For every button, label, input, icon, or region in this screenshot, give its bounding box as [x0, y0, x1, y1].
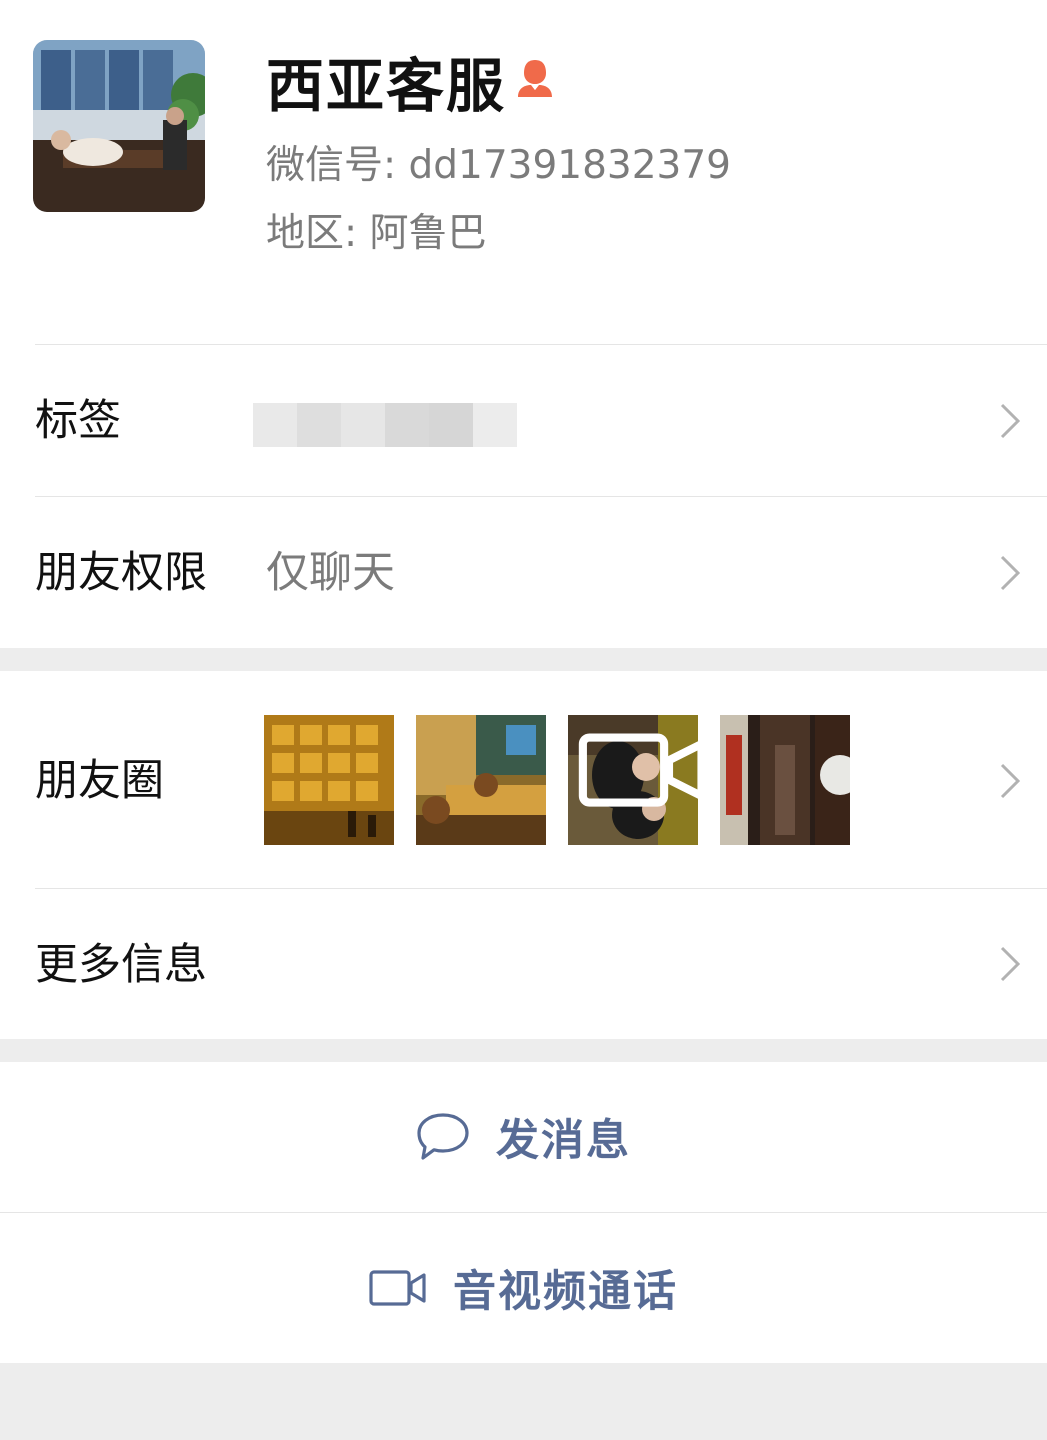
more-info-label: 更多信息 [35, 940, 207, 990]
profile-header: 西亚客服 微信号: dd17391832379 地区: 阿鲁巴 [0, 0, 1047, 345]
video-indicator-icon [578, 733, 698, 807]
chevron-right-icon [1000, 946, 1021, 982]
chat-bubble-icon [417, 1113, 469, 1160]
permissions-label: 朋友权限 [35, 548, 207, 598]
moments-thumbnail [720, 715, 850, 845]
moments-video-thumbnail [568, 715, 698, 845]
moments-thumbnail [416, 715, 546, 845]
tags-value-blurred [253, 403, 517, 447]
region: 地区: 阿鲁巴 [266, 211, 487, 256]
chevron-right-icon [1000, 555, 1021, 591]
video-call-label: 音视频通话 [453, 1267, 678, 1317]
moments-label: 朋友圈 [35, 756, 164, 806]
send-message-label: 发消息 [496, 1116, 631, 1166]
permissions-value: 仅聊天 [266, 548, 395, 598]
more-info-row[interactable]: 更多信息 [0, 889, 1047, 1039]
friend-permissions-row[interactable]: 朋友权限 仅聊天 [0, 497, 1047, 648]
contact-name: 西亚客服 [266, 52, 507, 120]
avatar[interactable] [33, 40, 205, 212]
moments-thumbnails [264, 715, 850, 845]
wechat-id: 微信号: dd17391832379 [266, 143, 731, 188]
tags-label: 标签 [35, 396, 121, 446]
moments-thumbnail [264, 715, 394, 845]
chevron-right-icon [1000, 763, 1021, 799]
send-message-button[interactable]: 发消息 [0, 1062, 1047, 1212]
video-call-button[interactable]: 音视频通话 [0, 1213, 1047, 1363]
moments-row[interactable]: 朋友圈 [0, 671, 1047, 889]
tags-row[interactable]: 标签 [0, 345, 1047, 497]
service-agent-icon [518, 60, 552, 97]
video-camera-icon [369, 1270, 426, 1306]
chevron-right-icon [1000, 403, 1021, 439]
